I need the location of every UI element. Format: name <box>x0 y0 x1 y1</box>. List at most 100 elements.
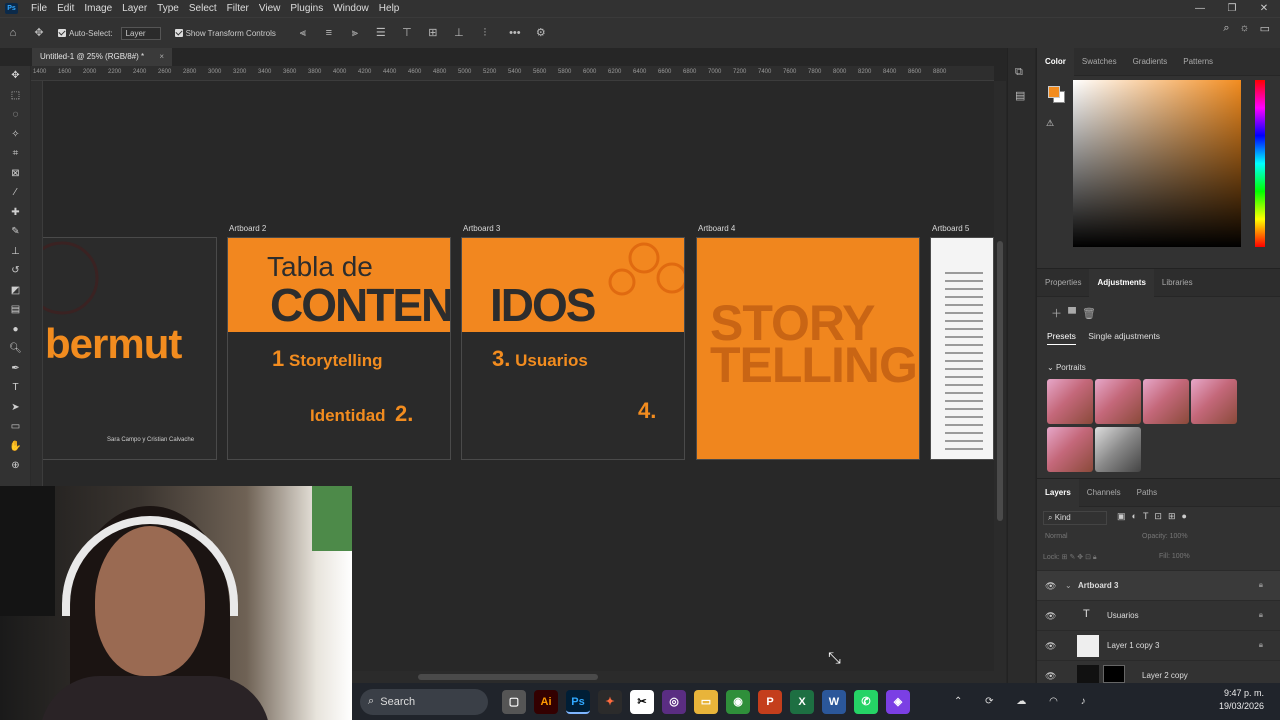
foreground-color-swatch[interactable] <box>1048 86 1060 98</box>
rectangle-tool-icon[interactable]: ▭ <box>0 417 31 437</box>
tab-paths[interactable]: Paths <box>1129 479 1165 507</box>
file-explorer-icon[interactable]: ▭ <box>694 689 718 714</box>
menu-type[interactable]: Type <box>152 3 184 14</box>
menu-view[interactable]: View <box>254 3 286 14</box>
artboard-label[interactable]: Artboard 3 <box>463 224 500 233</box>
fill-control[interactable]: Fill: 100% <box>1159 553 1190 560</box>
document-tab[interactable]: Untitled-1 @ 25% (RGB/8#) * × <box>32 48 172 66</box>
tab-gradients[interactable]: Gradients <box>1125 48 1176 76</box>
distribute-icon[interactable]: ☰ <box>372 26 390 40</box>
photoshop-icon[interactable]: Ps <box>566 689 590 714</box>
tab-libraries[interactable]: Libraries <box>1154 269 1201 297</box>
history-brush-icon[interactable]: ↺ <box>0 261 31 281</box>
stamp-tool-icon[interactable]: ⊥ <box>0 242 31 262</box>
task-view-icon[interactable]: ▢ <box>502 689 526 714</box>
gradient-tool-icon[interactable]: ▤ <box>0 300 31 320</box>
portrait-preset[interactable] <box>1095 379 1141 424</box>
eraser-tool-icon[interactable]: ◩ <box>0 281 31 301</box>
close-icon[interactable]: ✕ <box>1248 0 1280 17</box>
align-top-icon[interactable]: ⊤ <box>398 26 416 40</box>
minimize-icon[interactable]: — <box>1184 0 1216 17</box>
portraits-group-header[interactable]: ⌄ Portraits <box>1047 363 1086 372</box>
tab-channels[interactable]: Channels <box>1079 479 1129 507</box>
hue-slider[interactable] <box>1255 80 1265 247</box>
menu-window[interactable]: Window <box>328 3 374 14</box>
layer-row[interactable]: 👁︎ Layer 1 copy 3 🔒︎ <box>1037 630 1280 660</box>
marquee-tool-icon[interactable]: ⬚ <box>0 86 31 106</box>
eyedropper-tool-icon[interactable]: ⁄ <box>0 183 31 203</box>
menu-file[interactable]: File <box>26 3 52 14</box>
taskbar-search[interactable]: ⌕ Search <box>360 688 488 715</box>
layer-filter-dropdown[interactable]: ⌕ Kind <box>1043 511 1107 525</box>
close-tab-icon[interactable]: × <box>159 48 164 66</box>
object-select-tool-icon[interactable]: ✧ <box>0 125 31 145</box>
visibility-eye-icon[interactable]: 👁︎ <box>1045 581 1056 592</box>
layer-row-artboard[interactable]: 👁︎ ⌄ Artboard 3 🔒︎ <box>1037 570 1280 600</box>
crop-tool-icon[interactable]: ⌗ <box>0 144 31 164</box>
figma-icon[interactable]: ✦ <box>598 689 622 714</box>
menu-help[interactable]: Help <box>374 3 405 14</box>
artboard-label[interactable]: Artboard 2 <box>229 224 266 233</box>
artboard-label[interactable]: Artboard 4 <box>698 224 735 233</box>
chevron-down-icon[interactable]: ⌄ <box>1065 581 1072 590</box>
color-field[interactable] <box>1073 80 1241 247</box>
powerpoint-icon[interactable]: P <box>758 689 782 714</box>
taskbar-clock[interactable]: 9:47 p. m. 19/03/2026 <box>1219 687 1264 713</box>
artboard-label[interactable]: Artboard 5 <box>932 224 969 233</box>
dodge-tool-icon[interactable]: 🔍︎ <box>0 339 31 359</box>
excel-icon[interactable]: X <box>790 689 814 714</box>
blur-tool-icon[interactable]: ● <box>0 320 31 340</box>
path-select-icon[interactable]: ➤ <box>0 398 31 418</box>
whatsapp-icon[interactable]: ✆ <box>854 689 878 714</box>
visibility-eye-icon[interactable]: 👁︎ <box>1045 671 1056 682</box>
comments-icon[interactable]: ▤ <box>1015 89 1035 102</box>
portrait-preset[interactable] <box>1191 379 1237 424</box>
subtab-presets[interactable]: Presets <box>1047 331 1076 345</box>
transform-controls-checkbox[interactable]: Show Transform Controls <box>174 29 276 38</box>
restore-icon[interactable]: ❐ <box>1216 0 1248 17</box>
auto-select-dropdown[interactable]: Layer <box>120 26 161 40</box>
app-icon[interactable]: ◈ <box>886 689 910 714</box>
frame-tool-icon[interactable]: ⊠ <box>0 164 31 184</box>
align-middle-icon[interactable]: ⊞ <box>424 26 442 40</box>
brush-tool-icon[interactable]: ✎ <box>0 222 31 242</box>
word-icon[interactable]: W <box>822 689 846 714</box>
subtab-single-adjustments[interactable]: Single adjustments <box>1088 331 1160 341</box>
portrait-preset[interactable] <box>1095 427 1141 472</box>
tab-properties[interactable]: Properties <box>1037 269 1089 297</box>
capcut-icon[interactable]: ✂ <box>630 689 654 714</box>
align-right-icon[interactable]: ⫸ <box>346 26 364 40</box>
artboard-3[interactable]: IDOS 3. Usuarios 4. <box>461 237 685 460</box>
artboard-2[interactable]: Tabla de CONTENIDOS 1 Storytelling Ident… <box>227 237 451 460</box>
zoom-tool-icon[interactable]: ⊕ <box>0 456 31 476</box>
system-tray-icons[interactable]: ⌃ ⟳ ☁ ◠ ♪ <box>954 696 1096 707</box>
artboard-1[interactable]: bermut Sara Campo y Cristian Calvache <box>43 237 217 460</box>
tab-patterns[interactable]: Patterns <box>1175 48 1221 76</box>
vertical-scrollbar[interactable] <box>994 81 1006 671</box>
auto-select-checkbox[interactable]: Auto-Select: <box>58 29 113 38</box>
folder-icon[interactable]: ▀ <box>1068 308 1076 320</box>
search-icon[interactable]: ⌕ <box>1223 22 1229 35</box>
menu-filter[interactable]: Filter <box>222 3 254 14</box>
app-icon[interactable]: ◎ <box>662 689 686 714</box>
align-left-icon[interactable]: ⫷ <box>294 26 312 40</box>
workspace-icon[interactable]: ▭ <box>1260 22 1270 35</box>
layer-row-text[interactable]: 👁︎ T Usuarios 🔒︎ <box>1037 600 1280 630</box>
move-tool-icon[interactable]: ✥ <box>0 66 31 86</box>
menu-image[interactable]: Image <box>79 3 117 14</box>
artboard-5[interactable] <box>930 237 994 460</box>
blend-mode-dropdown[interactable]: Normal <box>1045 533 1068 540</box>
hand-tool-icon[interactable]: ✋ <box>0 437 31 457</box>
healing-brush-icon[interactable]: ✚ <box>0 203 31 223</box>
more-options-icon[interactable]: ••• <box>506 26 524 40</box>
brightness-icon[interactable]: ☼ <box>1240 22 1250 35</box>
tab-layers[interactable]: Layers <box>1037 478 1079 507</box>
type-tool-icon[interactable]: T <box>0 378 31 398</box>
pen-tool-icon[interactable]: ✒ <box>0 359 31 379</box>
trash-icon[interactable]: 🗑︎ <box>1082 308 1096 320</box>
lasso-tool-icon[interactable]: ◌ <box>0 105 31 125</box>
portrait-preset[interactable] <box>1143 379 1189 424</box>
visibility-eye-icon[interactable]: 👁︎ <box>1045 641 1056 652</box>
portrait-preset[interactable] <box>1047 427 1093 472</box>
menu-edit[interactable]: Edit <box>52 3 79 14</box>
